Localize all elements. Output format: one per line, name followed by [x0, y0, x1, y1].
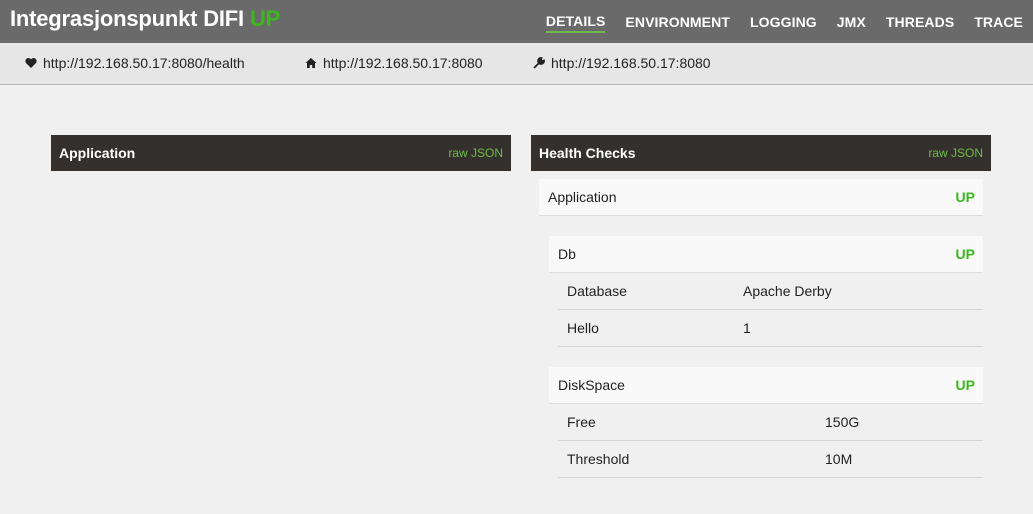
- heart-icon: [25, 58, 37, 68]
- application-raw-json-link[interactable]: raw JSON: [448, 146, 503, 160]
- health-db-row: Db UP: [549, 236, 983, 273]
- url-bar: http://192.168.50.17:8080/health http://…: [0, 43, 1033, 85]
- home-url[interactable]: http://192.168.50.17:8080: [305, 55, 483, 71]
- nav-tab-environment[interactable]: ENVIRONMENT: [625, 12, 730, 32]
- wrench-icon: [533, 57, 545, 69]
- db-detail-key: Database: [567, 283, 627, 299]
- health-application-status: UP: [955, 189, 975, 205]
- health-checks-panel-title: Health Checks: [539, 145, 636, 161]
- nav-tab-threads[interactable]: THREADS: [886, 12, 954, 32]
- db-detail-row: Hello 1: [558, 310, 983, 347]
- db-detail-value: 1: [743, 320, 751, 336]
- app-status-badge: UP: [249, 6, 281, 31]
- application-panel-title: Application: [59, 145, 136, 161]
- health-checks-panel-header: Health Checks raw JSON: [531, 135, 991, 171]
- nav-tab-logging[interactable]: LOGGING: [750, 12, 817, 32]
- app-name: Integrasjonspunkt DIFI: [10, 6, 244, 31]
- nav-tab-jmx[interactable]: JMX: [837, 12, 866, 32]
- health-diskspace-label: DiskSpace: [558, 377, 625, 393]
- management-url[interactable]: http://192.168.50.17:8080: [533, 55, 711, 71]
- db-detail-key: Hello: [567, 320, 599, 336]
- diskspace-detail-row: Threshold 10M: [558, 441, 983, 478]
- health-db-label: Db: [558, 246, 576, 262]
- home-url-text: http://192.168.50.17:8080: [323, 55, 483, 71]
- health-diskspace-status: UP: [955, 377, 975, 393]
- diskspace-detail-value: 10M: [825, 451, 853, 467]
- nav-tab-details[interactable]: DETAILS: [545, 11, 606, 33]
- health-diskspace-row: DiskSpace UP: [549, 367, 983, 404]
- management-url-text: http://192.168.50.17:8080: [551, 55, 711, 71]
- diskspace-detail-key: Threshold: [567, 451, 630, 467]
- health-raw-json-link[interactable]: raw JSON: [928, 146, 983, 160]
- health-db-status: UP: [955, 246, 975, 262]
- app-title: Integrasjonspunkt DIFI UP: [10, 6, 280, 32]
- health-application-label: Application: [548, 189, 617, 205]
- application-panel-header: Application raw JSON: [51, 135, 511, 171]
- nav-tab-trace[interactable]: TRACE: [974, 12, 1023, 32]
- health-url[interactable]: http://192.168.50.17:8080/health: [25, 55, 245, 71]
- diskspace-detail-row: Free 150G: [558, 404, 983, 441]
- main-nav: DETAILS ENVIRONMENT LOGGING JMX THREADS …: [545, 0, 1023, 43]
- home-icon: [305, 58, 317, 68]
- top-navbar: Integrasjonspunkt DIFI UP DETAILS ENVIRON…: [0, 0, 1033, 43]
- health-application-row: Application UP: [539, 179, 983, 216]
- health-url-text: http://192.168.50.17:8080/health: [43, 55, 245, 71]
- db-detail-value: Apache Derby: [743, 283, 832, 299]
- diskspace-detail-key: Free: [567, 414, 596, 430]
- diskspace-detail-value: 150G: [825, 414, 860, 430]
- db-detail-row: Database Apache Derby: [558, 273, 983, 310]
